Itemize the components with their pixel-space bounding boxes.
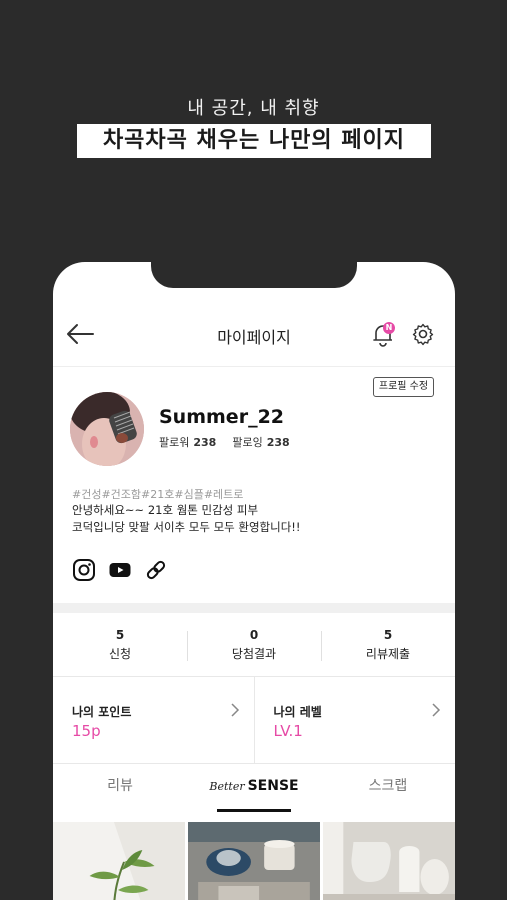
tab-scrap[interactable]: 스크랩 xyxy=(321,764,455,812)
stat-applications[interactable]: 5 신청 xyxy=(53,614,187,676)
my-points-card[interactable]: 나의 포인트 15p xyxy=(53,677,254,763)
section-separator xyxy=(53,603,455,613)
followers-count[interactable]: 238 xyxy=(193,436,216,449)
username: Summer_22 xyxy=(159,406,285,428)
points-value: 15p xyxy=(72,722,101,740)
phone-screen: 마이페이지 N 프로필 수정 Summer_22 팔로워 238 팔로잉 238… xyxy=(53,262,455,900)
followers-label[interactable]: 팔로워 xyxy=(159,436,189,449)
stat-results[interactable]: 0 당첨결과 xyxy=(187,614,321,676)
following-count[interactable]: 238 xyxy=(267,436,290,449)
youtube-icon[interactable] xyxy=(108,558,132,582)
stat-label: 신청 xyxy=(108,647,132,661)
bio-line: 안녕하세요~~ 21호 웜톤 민감성 피부 xyxy=(72,503,259,517)
points-title: 나의 포인트 xyxy=(72,705,132,719)
bio-line: 코덕입니당 맞팔 서이추 모두 모두 환영합니다!! xyxy=(72,520,301,534)
notification-badge: N xyxy=(383,322,395,334)
gear-icon[interactable] xyxy=(411,322,435,346)
stat-value: 5 xyxy=(383,628,393,642)
header-divider xyxy=(53,366,455,367)
top-bar: 마이페이지 N xyxy=(53,314,455,354)
promo-headline: 차곡차곡 채우는 나만의 페이지 xyxy=(77,124,431,158)
level-title: 나의 레벨 xyxy=(273,705,322,719)
brand-bold: SENSE xyxy=(247,778,299,794)
follow-stats: 팔로워 238 팔로잉 238 xyxy=(159,434,306,450)
gallery-image-plant[interactable] xyxy=(53,822,185,900)
social-links xyxy=(72,558,168,582)
tab-review[interactable]: 리뷰 xyxy=(53,764,187,812)
my-level-card[interactable]: 나의 레벨 LV.1 xyxy=(253,677,456,763)
chevron-right-icon xyxy=(230,703,239,717)
instagram-icon[interactable] xyxy=(72,558,96,582)
gallery-image-tray[interactable] xyxy=(188,822,320,900)
chevron-right-icon xyxy=(432,703,441,717)
gallery-image-vases[interactable] xyxy=(323,822,455,900)
stat-value: 0 xyxy=(249,628,259,642)
content-tabs: 리뷰 Better SENSE 스크랩 xyxy=(53,764,455,812)
avatar[interactable] xyxy=(70,392,144,466)
stat-value: 5 xyxy=(115,628,125,642)
edit-profile-button[interactable]: 프로필 수정 xyxy=(373,377,434,397)
profile-bio: 안녕하세요~~ 21호 웜톤 민감성 피부 코덕입니당 맞팔 서이추 모두 모두… xyxy=(72,502,301,536)
promo-subtitle: 내 공간, 내 취향 xyxy=(187,98,320,119)
link-icon[interactable] xyxy=(144,558,168,582)
stat-label: 당첨결과 xyxy=(231,647,277,661)
phone-notch xyxy=(151,262,357,288)
tab-better-sense[interactable]: Better SENSE xyxy=(187,764,321,812)
following-label[interactable]: 팔로잉 xyxy=(232,436,262,449)
stat-label: 리뷰제출 xyxy=(365,647,411,661)
brand-script: Better xyxy=(209,780,245,793)
image-gallery xyxy=(53,822,455,900)
points-level-section: 나의 포인트 15p 나의 레벨 LV.1 xyxy=(53,677,455,763)
stat-reviews[interactable]: 5 리뷰제출 xyxy=(321,614,455,676)
level-value: LV.1 xyxy=(273,722,303,740)
activity-stats: 5 신청 0 당첨결과 5 리뷰제출 xyxy=(53,614,455,676)
profile-hashtags: #건성#건조함#21호#심플#레트로 xyxy=(72,488,244,501)
active-tab-indicator xyxy=(217,809,291,812)
